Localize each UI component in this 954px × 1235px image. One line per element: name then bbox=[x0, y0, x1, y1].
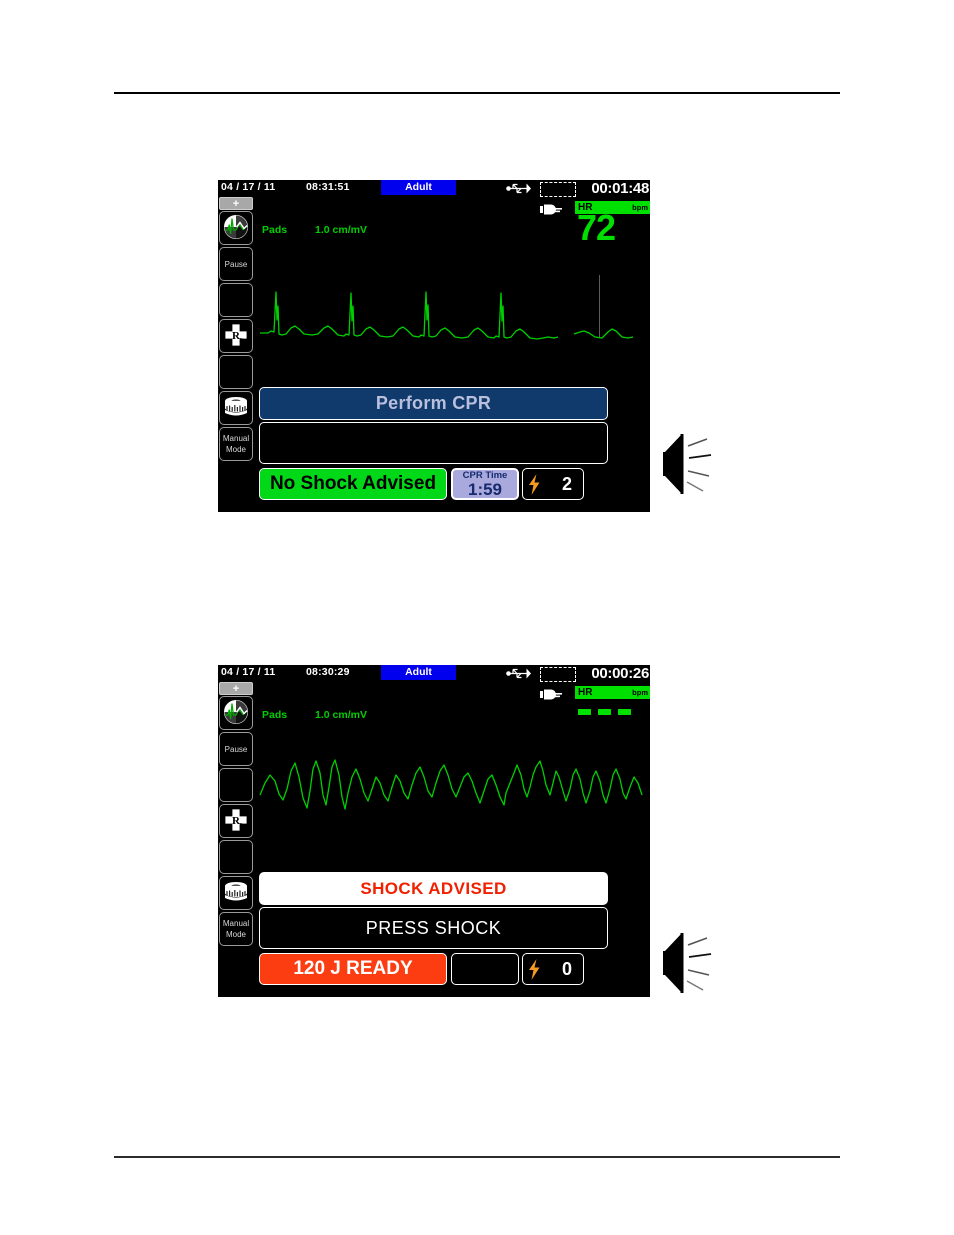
pause-button-label: Pause bbox=[224, 745, 248, 754]
aed-screen-no-shock-advised: 04 / 17 / 11 08:31:51 Adult 00:01:48 + P… bbox=[218, 180, 650, 512]
battery-icon bbox=[540, 182, 576, 197]
blank-button-1[interactable] bbox=[219, 768, 253, 802]
speaker-sound-icon bbox=[661, 927, 721, 999]
waveform-erase-bar bbox=[599, 275, 600, 337]
left-soft-key-sidebar: + Pause R x Manual Mode bbox=[218, 197, 254, 512]
usb-icon bbox=[506, 182, 532, 195]
clock-display: 08:30:29 bbox=[306, 666, 350, 678]
heart-rate-unit: bpm bbox=[632, 688, 648, 697]
shock-counter-box: 0 bbox=[522, 953, 584, 985]
heart-rate-unit: bpm bbox=[632, 203, 648, 212]
pause-button[interactable]: Pause bbox=[219, 732, 253, 766]
print-button[interactable] bbox=[219, 876, 253, 910]
lightning-bolt-icon bbox=[527, 473, 541, 496]
manual-mode-label-line2: Mode bbox=[225, 930, 246, 939]
elapsed-time-display: 00:01:48 bbox=[591, 180, 649, 197]
pause-button-label: Pause bbox=[224, 260, 248, 269]
page-header-rule bbox=[114, 92, 840, 94]
lead-source-label: Pads bbox=[262, 709, 288, 721]
shock-energy-ready-badge: 120 J READY bbox=[259, 953, 447, 985]
ac-plug-icon bbox=[538, 687, 566, 702]
hr-dash-3 bbox=[618, 709, 631, 715]
ecg-waveform-vfib bbox=[258, 753, 650, 843]
hr-dash-1 bbox=[578, 709, 591, 715]
battery-icon bbox=[540, 667, 576, 682]
add-button[interactable]: + bbox=[219, 682, 253, 695]
drug-dose-button[interactable]: R x bbox=[219, 804, 253, 838]
patient-mode-badge[interactable]: Adult bbox=[381, 180, 456, 195]
status-bar: 04 / 17 / 11 08:30:29 Adult 00:00:26 bbox=[218, 665, 650, 700]
primary-message-banner: Perform CPR bbox=[259, 387, 608, 420]
manual-mode-button[interactable]: Manual Mode bbox=[219, 427, 253, 461]
blank-button-2[interactable] bbox=[219, 355, 253, 389]
manual-mode-button[interactable]: Manual Mode bbox=[219, 912, 253, 946]
ecg-waveform-icon bbox=[223, 699, 249, 727]
primary-message-banner: SHOCK ADVISED bbox=[259, 872, 608, 905]
date-display: 04 / 17 / 11 bbox=[221, 666, 276, 678]
page-footer-rule bbox=[114, 1156, 840, 1158]
heart-rate-label: HR bbox=[578, 687, 593, 698]
secondary-message-banner bbox=[259, 422, 608, 464]
ecg-gain-label: 1.0 cm/mV bbox=[315, 224, 367, 236]
shock-counter-box: 2 bbox=[522, 468, 584, 500]
figure-no-shock-advised: 04 / 17 / 11 08:31:51 Adult 00:01:48 + P… bbox=[218, 180, 712, 512]
cpr-timer-value: 1:59 bbox=[467, 480, 503, 499]
usb-icon bbox=[506, 667, 532, 680]
ecg-display-button[interactable] bbox=[219, 696, 253, 730]
rx-cross-icon: R x bbox=[223, 322, 249, 350]
secondary-message-banner: PRESS SHOCK bbox=[259, 907, 608, 949]
cpr-timer-box: CPR Time 1:59 bbox=[451, 468, 519, 500]
blank-button-2[interactable] bbox=[219, 840, 253, 874]
heart-rate-header-bar: HR bpm bbox=[575, 686, 650, 699]
heart-rate-value-dashes bbox=[578, 709, 631, 715]
svg-text:x: x bbox=[239, 336, 243, 344]
manual-mode-label-line1: Manual bbox=[222, 434, 250, 443]
printer-roll-icon bbox=[222, 396, 250, 420]
blank-button-3 bbox=[219, 463, 253, 497]
svg-text:x: x bbox=[239, 821, 243, 829]
manual-mode-label-line1: Manual bbox=[222, 919, 250, 928]
lead-source-label: Pads bbox=[262, 224, 288, 236]
bottom-status-row: No Shock Advised CPR Time 1:59 2 bbox=[259, 468, 608, 500]
ac-plug-icon bbox=[538, 202, 566, 217]
aed-screen-shock-advised: 04 / 17 / 11 08:30:29 Adult 00:00:26 + P… bbox=[218, 665, 650, 997]
manual-mode-label-line2: Mode bbox=[225, 445, 246, 454]
ecg-waveform-icon bbox=[223, 214, 249, 242]
date-display: 04 / 17 / 11 bbox=[221, 181, 276, 193]
cpr-timer-box bbox=[451, 953, 519, 985]
status-bar: 04 / 17 / 11 08:31:51 Adult 00:01:48 bbox=[218, 180, 650, 215]
analysis-status-badge: No Shock Advised bbox=[259, 468, 447, 500]
drug-dose-button[interactable]: R x bbox=[219, 319, 253, 353]
ecg-gain-label: 1.0 cm/mV bbox=[315, 709, 367, 721]
speaker-sound-icon bbox=[661, 428, 721, 500]
shock-count-value: 2 bbox=[561, 474, 572, 494]
elapsed-time-display: 00:00:26 bbox=[591, 665, 649, 682]
add-button[interactable]: + bbox=[219, 197, 253, 210]
ecg-display-button[interactable] bbox=[219, 211, 253, 245]
blank-button-3 bbox=[219, 948, 253, 982]
printer-roll-icon bbox=[222, 881, 250, 905]
rx-cross-icon: R x bbox=[223, 807, 249, 835]
left-soft-key-sidebar: + Pause R x Manual Mode bbox=[218, 682, 254, 997]
heart-rate-value: 72 bbox=[577, 207, 616, 248]
shock-count-value: 0 bbox=[561, 959, 572, 979]
print-button[interactable] bbox=[219, 391, 253, 425]
patient-mode-badge[interactable]: Adult bbox=[381, 665, 456, 680]
pause-button[interactable]: Pause bbox=[219, 247, 253, 281]
ecg-waveform-nsr bbox=[258, 268, 650, 358]
blank-button-1[interactable] bbox=[219, 283, 253, 317]
bottom-status-row: 120 J READY 0 bbox=[259, 953, 608, 985]
hr-dash-2 bbox=[598, 709, 611, 715]
lightning-bolt-icon bbox=[527, 958, 541, 981]
clock-display: 08:31:51 bbox=[306, 181, 350, 193]
figure-shock-advised: 04 / 17 / 11 08:30:29 Adult 00:00:26 + P… bbox=[218, 665, 712, 997]
